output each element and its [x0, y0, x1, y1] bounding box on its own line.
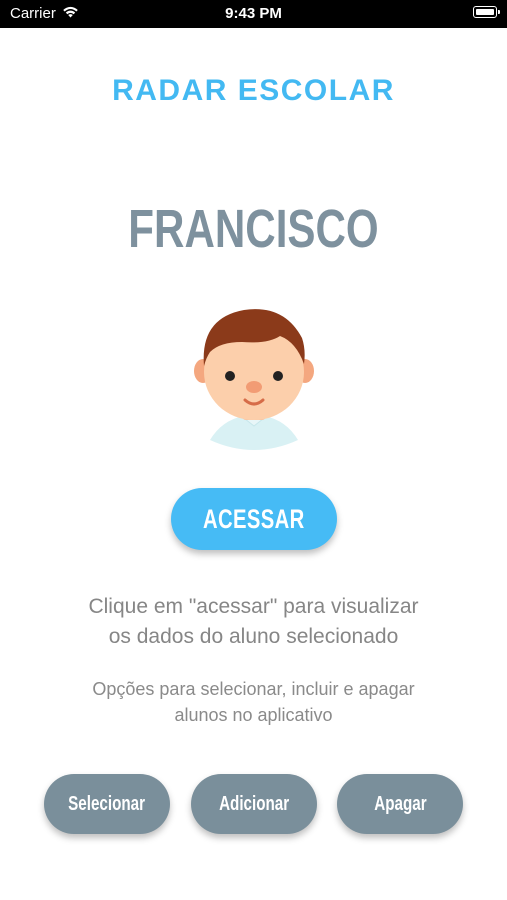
status-bar: Carrier 9:43 PM: [0, 0, 507, 28]
delete-button[interactable]: Apagar: [337, 774, 463, 834]
add-button-label: Adicionar: [218, 792, 290, 815]
access-hint-line-2: os dados do aluno selecionado: [108, 625, 399, 648]
select-button-label: Selecionar: [68, 792, 146, 815]
access-hint-text: Clique em "acessar" para visualizar os d…: [0, 592, 507, 652]
student-name: FRANCISCO: [128, 199, 379, 259]
boy-avatar-icon: [192, 302, 316, 454]
options-hint-line-1: Opções para selecionar, incluir e apagar: [92, 679, 415, 699]
access-button-label: ACESSAR: [203, 503, 305, 534]
app-title: RADAR ESCOLAR: [112, 74, 395, 107]
add-button[interactable]: Adicionar: [191, 774, 317, 834]
delete-button-label: Apagar: [373, 792, 427, 815]
select-button[interactable]: Selecionar: [44, 774, 170, 834]
options-hint-line-2: alunos no aplicativo: [174, 705, 333, 725]
options-bar: Selecionar Adicionar Apagar: [0, 774, 507, 836]
access-hint-line-1: Clique em "acessar" para visualizar: [88, 595, 419, 618]
battery-icon: [473, 6, 500, 18]
options-hint-text: Opções para selecionar, incluir e apagar…: [0, 676, 507, 728]
status-time: 9:43 PM: [225, 5, 282, 22]
access-button[interactable]: ACESSAR: [171, 488, 337, 550]
